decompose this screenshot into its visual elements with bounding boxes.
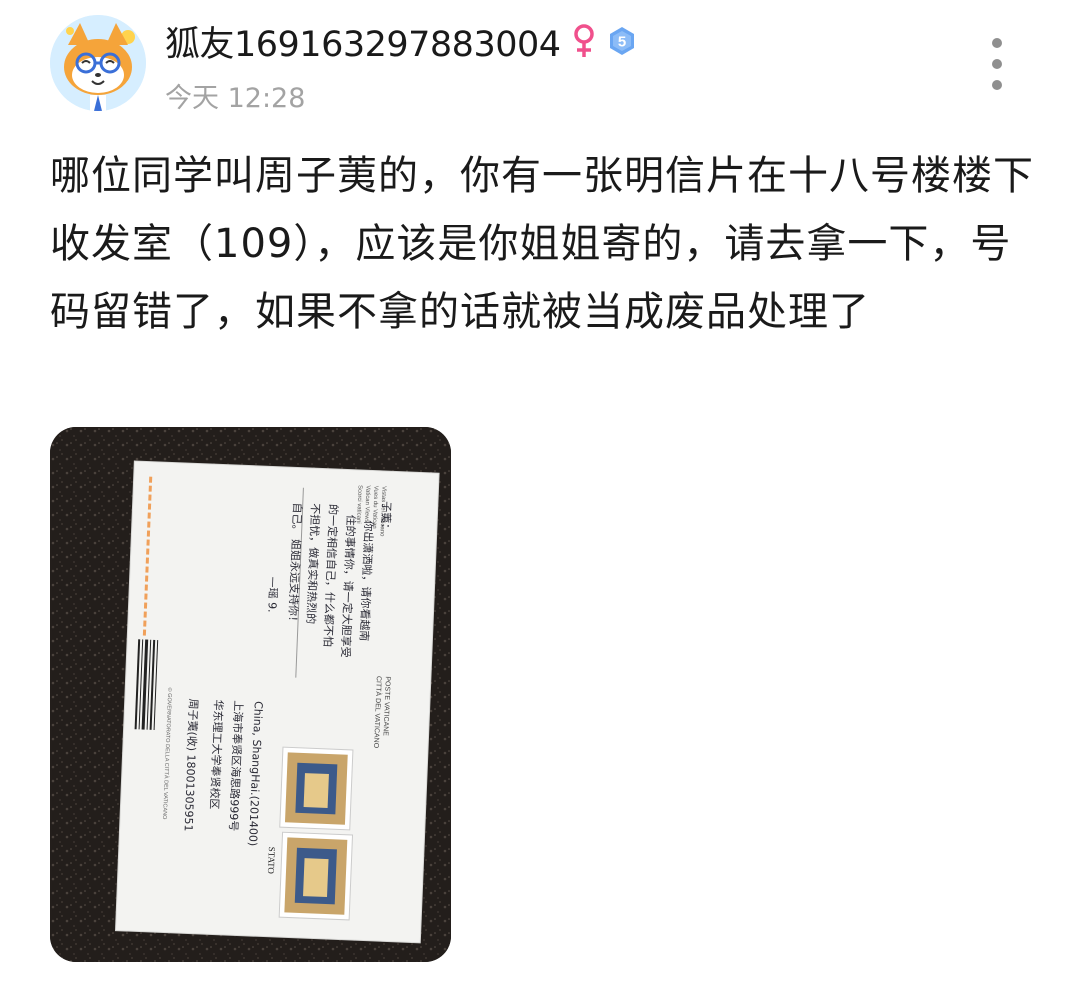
username[interactable]: 狐友169163297883004 bbox=[165, 16, 561, 67]
fox-avatar-icon bbox=[50, 15, 146, 111]
stamp-icon bbox=[279, 746, 354, 831]
level-badge-icon: 5 bbox=[609, 27, 634, 55]
female-gender-icon bbox=[573, 24, 594, 57]
barcode-icon bbox=[132, 636, 163, 738]
more-dot-icon bbox=[992, 59, 1002, 69]
post-image[interactable]: Scorci vaticani Vatican Views Vues du Va… bbox=[50, 427, 451, 962]
handwritten-line: 子荑： bbox=[379, 501, 393, 534]
handwritten-line: —瑶 9. bbox=[265, 576, 279, 612]
level-number: 5 bbox=[617, 34, 625, 51]
more-dot-icon bbox=[992, 38, 1002, 48]
post-card: 狐友169163297883004 5 今天 12:28 哪位同学叫周子荑的，你… bbox=[0, 0, 1080, 983]
stamp-label: STATO bbox=[266, 847, 277, 875]
postcard-photo-icon: Scorci vaticani Vatican Views Vues du Va… bbox=[50, 427, 451, 962]
username-row: 狐友169163297883004 5 bbox=[165, 20, 637, 65]
user-avatar[interactable] bbox=[50, 15, 146, 111]
post-body-text: 哪位同学叫周子荑的，你有一张明信片在十八号楼楼下收发室（109），应该是你姐姐寄… bbox=[50, 153, 1034, 335]
more-dot-icon bbox=[992, 80, 1002, 90]
more-options-button[interactable] bbox=[980, 38, 1014, 90]
stamp-icon bbox=[278, 831, 354, 921]
post-timestamp: 今天 12:28 bbox=[165, 83, 306, 114]
